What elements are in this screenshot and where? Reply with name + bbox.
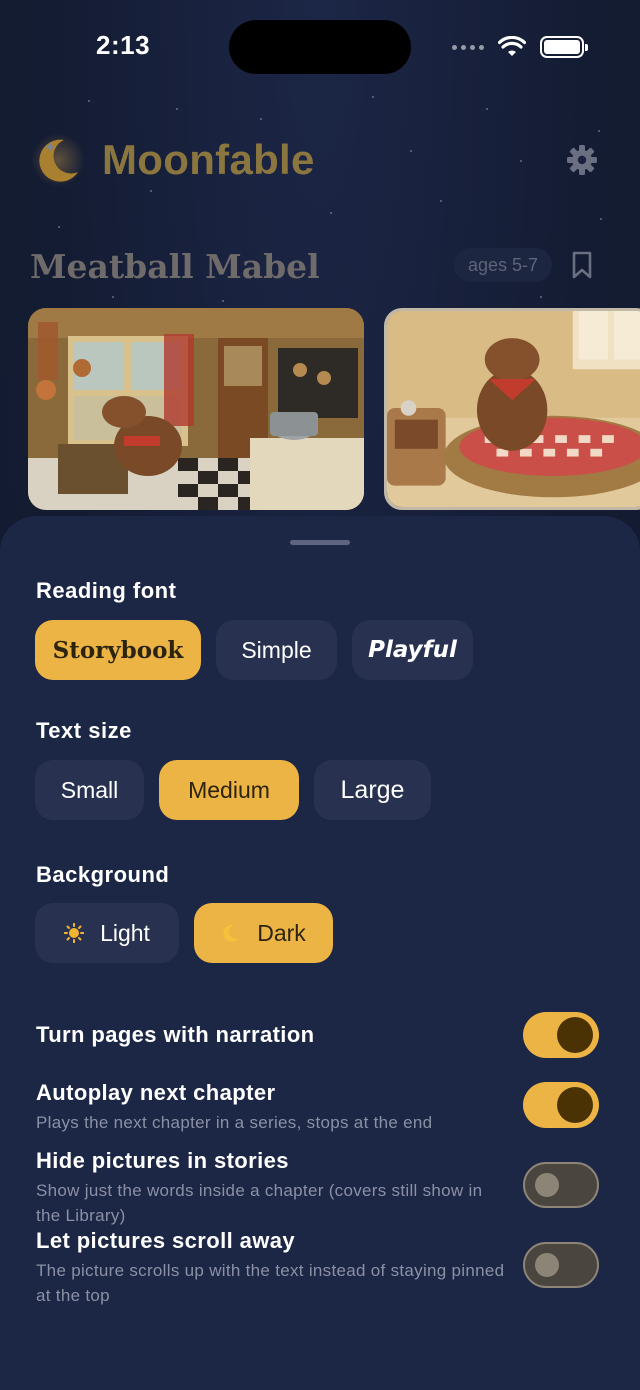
gear-icon bbox=[567, 145, 597, 175]
background-label: Background bbox=[36, 862, 170, 887]
toggle-title: Let pictures scroll away bbox=[36, 1228, 296, 1253]
toggle-turn-pages-with-narration: Turn pages with narration bbox=[36, 1022, 606, 1048]
reading-font-options: Storybook Simple Playful bbox=[35, 620, 473, 680]
toggle-hide-pictures-in-stories: Hide pictures in stories Show just the w… bbox=[36, 1148, 606, 1228]
status-bar: 2:13 bbox=[0, 0, 640, 96]
toggle-title: Hide pictures in stories bbox=[36, 1148, 289, 1173]
font-option-playful[interactable]: Playful bbox=[352, 620, 473, 680]
battery-icon bbox=[540, 36, 588, 58]
story-illustration-bed[interactable] bbox=[384, 308, 640, 510]
font-option-storybook[interactable]: Storybook bbox=[35, 620, 201, 680]
app-header: Moonfable bbox=[30, 128, 610, 192]
status-icons bbox=[452, 34, 588, 60]
dynamic-island bbox=[229, 20, 411, 74]
sun-icon bbox=[64, 923, 85, 943]
bed-illustration-image bbox=[387, 311, 640, 507]
story-header: Meatball Mabel ages 5-7 bbox=[30, 240, 600, 292]
bookmark-button[interactable] bbox=[570, 250, 594, 280]
toggle-title: Turn pages with narration bbox=[36, 1022, 315, 1047]
reading-settings-sheet: Reading font Storybook Simple Playful Te… bbox=[0, 516, 640, 1390]
app-title: Moonfable bbox=[102, 136, 315, 183]
background-options: Light Dark bbox=[35, 903, 333, 963]
text-size-medium[interactable]: Medium bbox=[159, 760, 299, 820]
toggle-description: Show just the words inside a chapter (co… bbox=[36, 1181, 483, 1225]
toggle-let-pictures-scroll-away: Let pictures scroll away The picture scr… bbox=[36, 1228, 606, 1308]
crescent-moon-icon bbox=[221, 923, 241, 943]
background-option-dark-label: Dark bbox=[257, 919, 306, 946]
text-size-options: Small Medium Large bbox=[35, 760, 431, 820]
kitchen-illustration-image bbox=[28, 308, 364, 510]
reading-font-label: Reading font bbox=[36, 578, 177, 603]
settings-button[interactable] bbox=[564, 142, 600, 178]
toggle-title: Autoplay next chapter bbox=[36, 1080, 276, 1105]
age-badge: ages 5-7 bbox=[453, 248, 552, 282]
toggle-autoplay-next-chapter: Autoplay next chapter Plays the next cha… bbox=[36, 1080, 606, 1135]
toggle-description: Plays the next chapter in a series, stop… bbox=[36, 1113, 433, 1132]
cellular-signal-icon bbox=[452, 44, 484, 50]
crescent-moon-logo-icon bbox=[31, 133, 85, 187]
text-size-label: Text size bbox=[36, 718, 132, 743]
wifi-icon bbox=[498, 36, 526, 56]
switch-turn-pages-with-narration[interactable] bbox=[523, 1012, 599, 1058]
sheet-grabber[interactable] bbox=[290, 540, 350, 545]
switch-hide-pictures-in-stories[interactable] bbox=[523, 1162, 599, 1208]
bookmark-icon bbox=[572, 251, 592, 279]
story-illustration-kitchen[interactable] bbox=[28, 308, 364, 510]
switch-let-pictures-scroll-away[interactable] bbox=[523, 1242, 599, 1288]
story-title: Meatball Mabel bbox=[30, 246, 320, 286]
font-option-simple[interactable]: Simple bbox=[216, 620, 337, 680]
text-size-large[interactable]: Large bbox=[314, 760, 431, 820]
background-option-dark[interactable]: Dark bbox=[194, 903, 333, 963]
text-size-small[interactable]: Small bbox=[35, 760, 144, 820]
background-option-light[interactable]: Light bbox=[35, 903, 179, 963]
toggle-description: The picture scrolls up with the text ins… bbox=[36, 1261, 505, 1305]
switch-autoplay-next-chapter[interactable] bbox=[523, 1082, 599, 1128]
status-time: 2:13 bbox=[96, 30, 151, 60]
background-option-light-label: Light bbox=[100, 919, 150, 946]
